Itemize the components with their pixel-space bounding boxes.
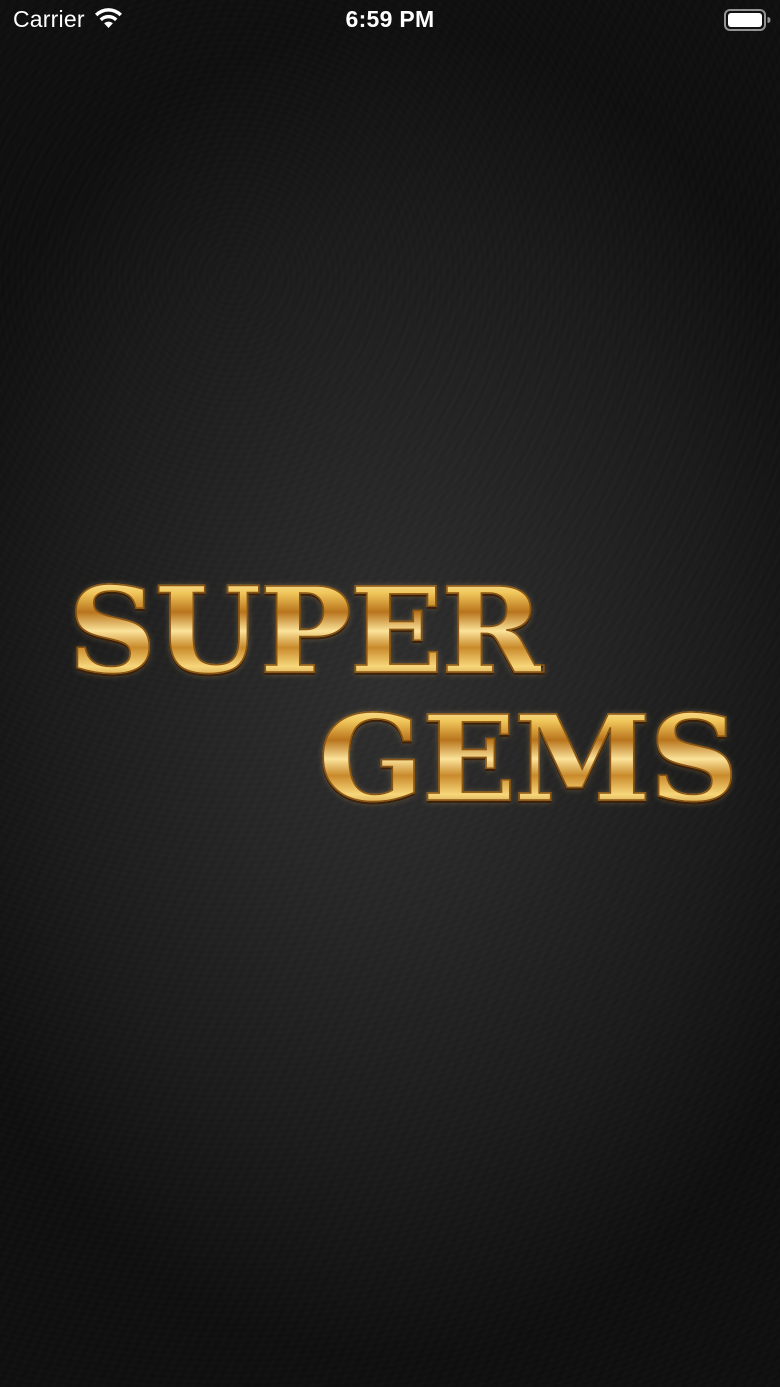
- splash-screen: Carrier 6:59 PM SUPER GEMS: [0, 0, 780, 1387]
- logo-word-super: SUPER: [67, 561, 544, 700]
- status-time: 6:59 PM: [345, 6, 435, 32]
- status-bar: Carrier 6:59 PM: [0, 0, 780, 40]
- battery-icon: [724, 9, 771, 31]
- logo-word-gems: GEMS: [317, 689, 739, 828]
- super-gems-logo: SUPER GEMS: [0, 0, 780, 1387]
